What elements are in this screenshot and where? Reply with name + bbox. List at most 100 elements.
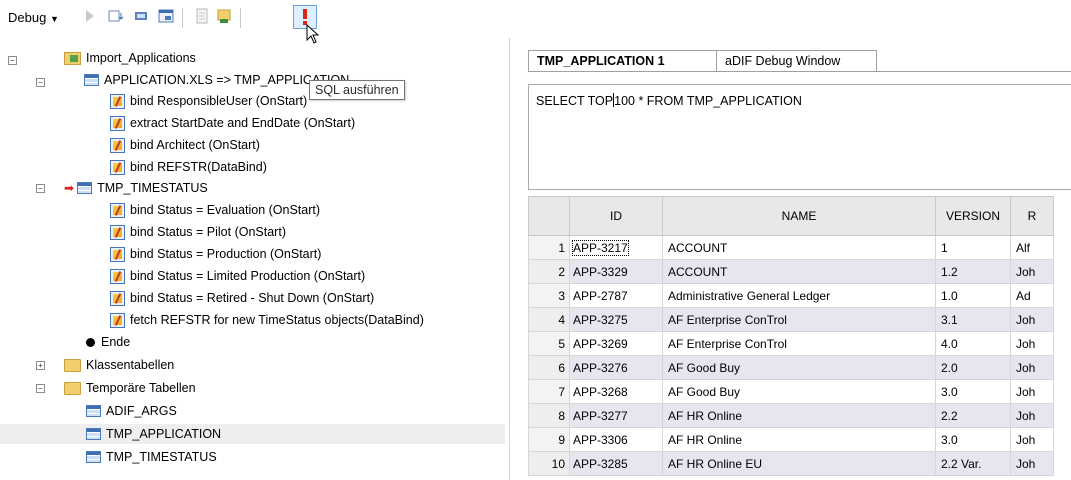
cell-id[interactable]: APP-3277 <box>569 403 663 428</box>
cell-r[interactable]: Joh <box>1010 403 1054 428</box>
cell-name[interactable]: AF HR Online <box>662 403 936 428</box>
cell-version[interactable]: 4.0 <box>935 331 1011 356</box>
step-over-icon[interactable] <box>133 8 149 24</box>
tree-node-label: Ende <box>101 335 131 349</box>
sql-editor[interactable]: SELECT TOP100 * FROM TMP_APPLICATION <box>528 84 1071 190</box>
cell-r[interactable]: Joh <box>1010 259 1054 284</box>
end-dot-icon <box>86 337 95 347</box>
cell-id[interactable]: APP-3275 <box>569 307 663 332</box>
cell-version[interactable]: 3.1 <box>935 307 1011 332</box>
collapse-toggle[interactable]: − <box>36 184 45 193</box>
cell-r[interactable]: Joh <box>1010 379 1054 404</box>
column-header-r[interactable]: R <box>1010 196 1054 236</box>
tab-adif-debug-window[interactable]: aDIF Debug Window <box>716 50 877 72</box>
step-into-icon[interactable] <box>108 8 124 24</box>
tree-node-bind[interactable]: extract StartDate and EndDate (OnStart) <box>110 113 355 133</box>
row-number: 6 <box>528 355 570 380</box>
cell-name[interactable]: AF HR Online <box>662 427 936 452</box>
table-icon <box>77 182 93 194</box>
debug-menu[interactable]: Debug ▼ <box>8 10 59 25</box>
cell-id[interactable]: APP-3217 <box>569 235 663 260</box>
column-header-version[interactable]: VERSION <box>935 196 1011 236</box>
tree-node-bind[interactable]: bind Status = Production (OnStart) <box>110 244 321 264</box>
collapse-toggle[interactable]: − <box>36 78 45 87</box>
tab-divider <box>528 71 1071 72</box>
cell-id[interactable]: APP-3268 <box>569 379 663 404</box>
cell-id[interactable]: APP-2787 <box>569 283 663 308</box>
tree-node-tmp-timestatus[interactable]: ➡ TMP_TIMESTATUS <box>64 178 208 198</box>
tab-tmp-application[interactable]: TMP_APPLICATION 1 <box>528 50 718 72</box>
column-header-id[interactable]: ID <box>569 196 663 236</box>
cell-name[interactable]: AF Good Buy <box>662 379 936 404</box>
table-row[interactable]: 4 APP-3275 AF Enterprise ConTrol 3.1 Joh <box>528 307 1054 332</box>
cell-name[interactable]: AF Good Buy <box>662 355 936 380</box>
table-row[interactable]: 8 APP-3277 AF HR Online 2.2 Joh <box>528 403 1054 428</box>
table-row[interactable]: 5 APP-3269 AF Enterprise ConTrol 4.0 Joh <box>528 331 1054 356</box>
tree-node-tmp-timestatus-table[interactable]: TMP_TIMESTATUS <box>86 447 217 467</box>
tree-node-fetch[interactable]: fetch REFSTR for new TimeStatus objects(… <box>110 310 424 330</box>
tree-node-bind[interactable]: bind Status = Pilot (OnStart) <box>110 222 286 242</box>
cell-version[interactable]: 2.2 Var. <box>935 451 1011 476</box>
tree-node-adif-args[interactable]: ADIF_ARGS <box>86 401 177 421</box>
cell-r[interactable]: Joh <box>1010 307 1054 332</box>
tree-node-label: bind REFSTR(DataBind) <box>130 160 267 174</box>
tree-node-klassentabellen[interactable]: Klassentabellen <box>64 355 174 375</box>
document-icon[interactable] <box>194 8 210 24</box>
tree-node-temporare-tabellen[interactable]: Temporäre Tabellen <box>64 378 196 398</box>
tree-node-bind[interactable]: bind ResponsibleUser (OnStart) <box>110 91 307 111</box>
tree-node-bind[interactable]: bind Status = Retired - Shut Down (OnSta… <box>110 288 374 308</box>
cell-r[interactable]: Joh <box>1010 427 1054 452</box>
cell-id[interactable]: APP-3306 <box>569 427 663 452</box>
cell-id[interactable]: APP-3285 <box>569 451 663 476</box>
cell-r[interactable]: Joh <box>1010 451 1054 476</box>
cell-id[interactable]: APP-3276 <box>569 355 663 380</box>
collapse-toggle[interactable]: − <box>8 56 17 65</box>
cell-r[interactable]: Joh <box>1010 355 1054 380</box>
table-row[interactable]: 2 APP-3329 ACCOUNT 1.2 Joh <box>528 259 1054 284</box>
cell-name[interactable]: Administrative General Ledger <box>662 283 936 308</box>
row-number: 1 <box>528 235 570 260</box>
script-icon <box>110 246 125 262</box>
table-row[interactable]: 10 APP-3285 AF HR Online EU 2.2 Var. Joh <box>528 451 1054 476</box>
current-step-arrow-icon: ➡ <box>64 181 75 195</box>
table-row[interactable]: 7 APP-3268 AF Good Buy 3.0 Joh <box>528 379 1054 404</box>
tree-node-import-applications[interactable]: Import_Applications <box>64 48 196 68</box>
cell-version[interactable]: 2.2 <box>935 403 1011 428</box>
cell-id[interactable]: APP-3329 <box>569 259 663 284</box>
table-row[interactable]: 9 APP-3306 AF HR Online 3.0 Joh <box>528 427 1054 452</box>
table-row[interactable]: 3 APP-2787 Administrative General Ledger… <box>528 283 1054 308</box>
cell-version[interactable]: 1 <box>935 235 1011 260</box>
cell-version[interactable]: 2.0 <box>935 355 1011 380</box>
tree-node-bind[interactable]: bind Status = Limited Production (OnStar… <box>110 266 365 286</box>
collapse-toggle[interactable]: − <box>36 384 45 393</box>
cell-version[interactable]: 3.0 <box>935 427 1011 452</box>
tree-node-label: TMP_APPLICATION <box>106 427 222 441</box>
cell-name[interactable]: AF Enterprise ConTrol <box>662 307 936 332</box>
cell-version[interactable]: 3.0 <box>935 379 1011 404</box>
cell-version[interactable]: 1.2 <box>935 259 1011 284</box>
tree-node-label: bind Status = Pilot (OnStart) <box>130 225 286 239</box>
pane-splitter[interactable] <box>509 38 510 480</box>
tree-node-bind[interactable]: bind REFSTR(DataBind) <box>110 157 267 177</box>
cell-name[interactable]: AF HR Online EU <box>662 451 936 476</box>
cell-r[interactable]: Ad <box>1010 283 1054 308</box>
save-sql-icon[interactable] <box>216 8 232 24</box>
cell-r[interactable]: Alf <box>1010 235 1054 260</box>
table-row[interactable]: 6 APP-3276 AF Good Buy 2.0 Joh <box>528 355 1054 380</box>
tree-node-bind[interactable]: bind Architect (OnStart) <box>110 135 260 155</box>
cell-id[interactable]: APP-3269 <box>569 331 663 356</box>
column-header-name[interactable]: NAME <box>662 196 936 236</box>
tree-node-tmp-application[interactable]: TMP_APPLICATION <box>0 424 505 444</box>
tree-node-ende[interactable]: Ende <box>86 332 130 352</box>
cell-name[interactable]: ACCOUNT <box>662 235 936 260</box>
cell-name[interactable]: AF Enterprise ConTrol <box>662 331 936 356</box>
play-icon[interactable] <box>82 8 98 24</box>
cell-r[interactable]: Joh <box>1010 331 1054 356</box>
row-number: 10 <box>528 451 570 476</box>
cell-name[interactable]: ACCOUNT <box>662 259 936 284</box>
tree-node-bind[interactable]: bind Status = Evaluation (OnStart) <box>110 200 320 220</box>
table-row[interactable]: 1 APP-3217 ACCOUNT 1 Alf <box>528 235 1054 260</box>
window-icon[interactable] <box>158 8 174 24</box>
cell-version[interactable]: 1.0 <box>935 283 1011 308</box>
expand-toggle[interactable]: + <box>36 361 45 370</box>
